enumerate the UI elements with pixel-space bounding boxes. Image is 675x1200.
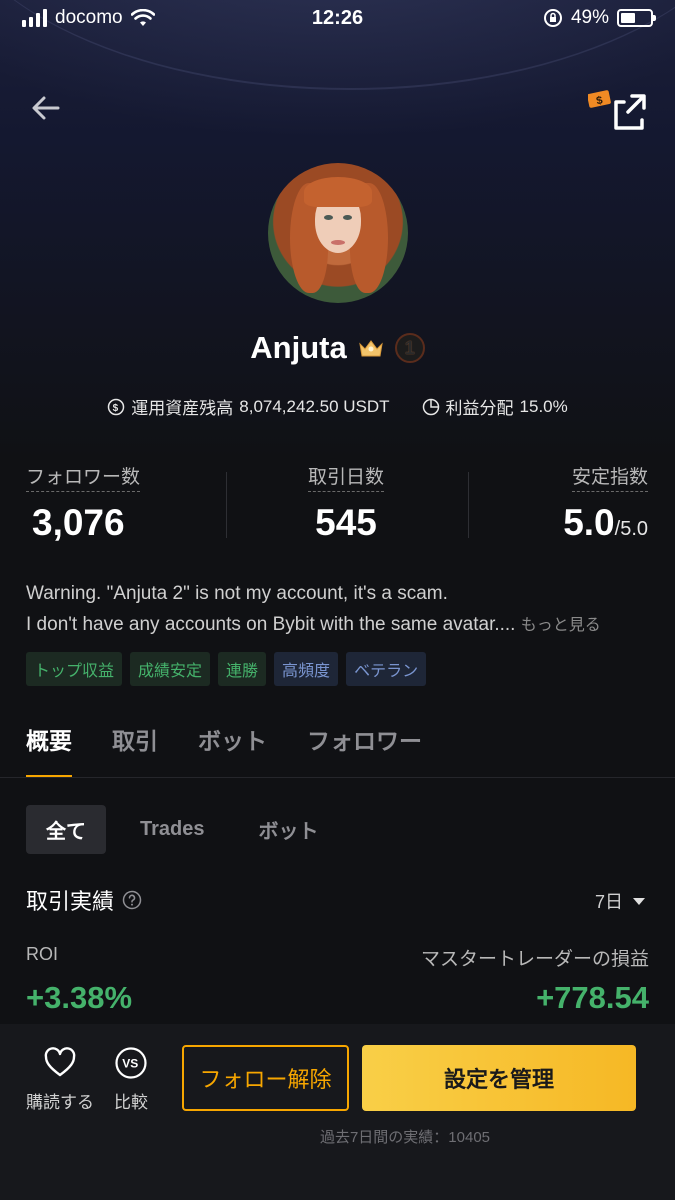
svg-text:$: $ <box>113 403 119 414</box>
manage-settings-button[interactable]: 設定を管理 <box>362 1045 636 1111</box>
tag-stable: 成績安定 <box>130 652 211 686</box>
subscribe-label: 購読する <box>26 1093 94 1112</box>
svg-text:VS: VS <box>122 1057 138 1071</box>
tag-high-frequency: 高頻度 <box>274 652 339 686</box>
unfollow-button[interactable]: フォロー解除 <box>182 1045 349 1111</box>
compare-label: 比較 <box>114 1093 148 1112</box>
bottom-action-bar: 購読する VS 比較 フォロー解除 設定を管理 <box>0 1024 675 1200</box>
roi-label: ROI <box>26 944 59 964</box>
profile-tabs: 概要 取引 ボット フォロワー <box>26 722 422 778</box>
rank-badge: 1 <box>394 333 425 363</box>
trader-name: Anjuta <box>250 330 347 365</box>
performance-title: 取引実績 <box>26 889 115 914</box>
trader-stats: フォロワー数 3,076 取引日数 545 安定指数 5.0/5.0 <box>26 462 648 544</box>
compare-button[interactable]: VS 比較 <box>114 1046 148 1113</box>
bio-line: I don't have any accounts on Bybit with … <box>26 614 516 635</box>
followers-value: 3,076 <box>32 502 125 543</box>
aum-value: 8,074,242.50 USDT <box>239 396 390 416</box>
performance-footnote: 過去7日間の実績：10405 <box>319 1129 491 1146</box>
caret-down-icon <box>633 897 645 905</box>
profile-name-row: Anjuta 1 <box>0 330 675 366</box>
status-time: 12:26 <box>311 6 364 29</box>
trader-meta: $ 運用資産残高 8,074,242.50 USDT 利益分配 15.0% <box>0 394 675 419</box>
subtab-trades[interactable]: Trades <box>120 808 224 851</box>
avatar <box>268 163 408 303</box>
filter-subtabs: 全て Trades ボット <box>26 805 338 854</box>
stat-followers: フォロワー数 3,076 <box>26 462 141 544</box>
battery-percent: 49% <box>570 7 609 28</box>
followers-label[interactable]: フォロワー数 <box>26 462 141 492</box>
subscribe-button[interactable]: 購読する <box>26 1046 94 1113</box>
stability-value: 5.0/5.0 <box>563 502 648 543</box>
crown-icon <box>358 340 383 357</box>
battery-icon <box>617 9 656 27</box>
tabs-divider <box>0 777 675 778</box>
trader-tags: トップ収益 成績安定 連勝 高頻度 ベテラン <box>26 652 427 686</box>
subtab-all[interactable]: 全て <box>26 805 106 854</box>
heart-icon <box>44 1047 76 1077</box>
trading-days-label[interactable]: 取引日数 <box>308 462 385 492</box>
signal-icon <box>22 9 47 27</box>
tab-trades[interactable]: 取引 <box>112 722 158 778</box>
profit-share-value: 15.0% <box>519 396 568 416</box>
tag-win-streak: 連勝 <box>218 652 267 686</box>
wifi-icon <box>130 9 155 26</box>
period-value: 7日 <box>594 892 623 912</box>
orientation-lock-icon <box>543 9 562 27</box>
stat-trading-days: 取引日数 545 <box>308 462 385 544</box>
help-circle-icon[interactable] <box>122 890 142 910</box>
profit-share-label: 利益分配 <box>445 399 514 418</box>
pnl-value: +778.54 <box>536 980 649 1015</box>
roi-value: +3.38% <box>26 980 133 1015</box>
trader-bio: Warning. "Anjuta 2" is not my account, i… <box>26 578 656 641</box>
stat-stability: 安定指数 5.0/5.0 <box>563 462 648 544</box>
pie-chart-icon <box>422 398 439 415</box>
trading-days-value: 545 <box>315 502 377 543</box>
tag-veteran: ベテラン <box>346 652 427 686</box>
bio-line: Warning. "Anjuta 2" is not my account, i… <box>26 583 448 604</box>
vs-compare-icon: VS <box>115 1047 147 1079</box>
carrier-label: docomo <box>55 7 123 28</box>
tab-overview[interactable]: 概要 <box>26 722 72 778</box>
tab-followers[interactable]: フォロワー <box>307 722 422 778</box>
tab-bots[interactable]: ボット <box>198 722 267 778</box>
tag-top-profit: トップ収益 <box>26 652 123 686</box>
pnl-label: マスタートレーダーの損益 <box>420 949 649 970</box>
status-bar: docomo 12:26 49% <box>0 0 675 36</box>
period-selector[interactable]: 7日 <box>595 888 645 914</box>
performance-heading: 取引実績 <box>26 884 142 916</box>
stability-label[interactable]: 安定指数 <box>571 462 648 492</box>
dollar-circle-icon: $ <box>108 398 125 415</box>
aum-label: 運用資産残高 <box>131 399 234 418</box>
see-more-link[interactable]: もっと見る <box>521 617 601 634</box>
back-arrow-icon[interactable] <box>28 90 64 126</box>
subtab-bots[interactable]: ボット <box>238 805 338 854</box>
share-external-icon[interactable]: $ <box>588 88 648 132</box>
